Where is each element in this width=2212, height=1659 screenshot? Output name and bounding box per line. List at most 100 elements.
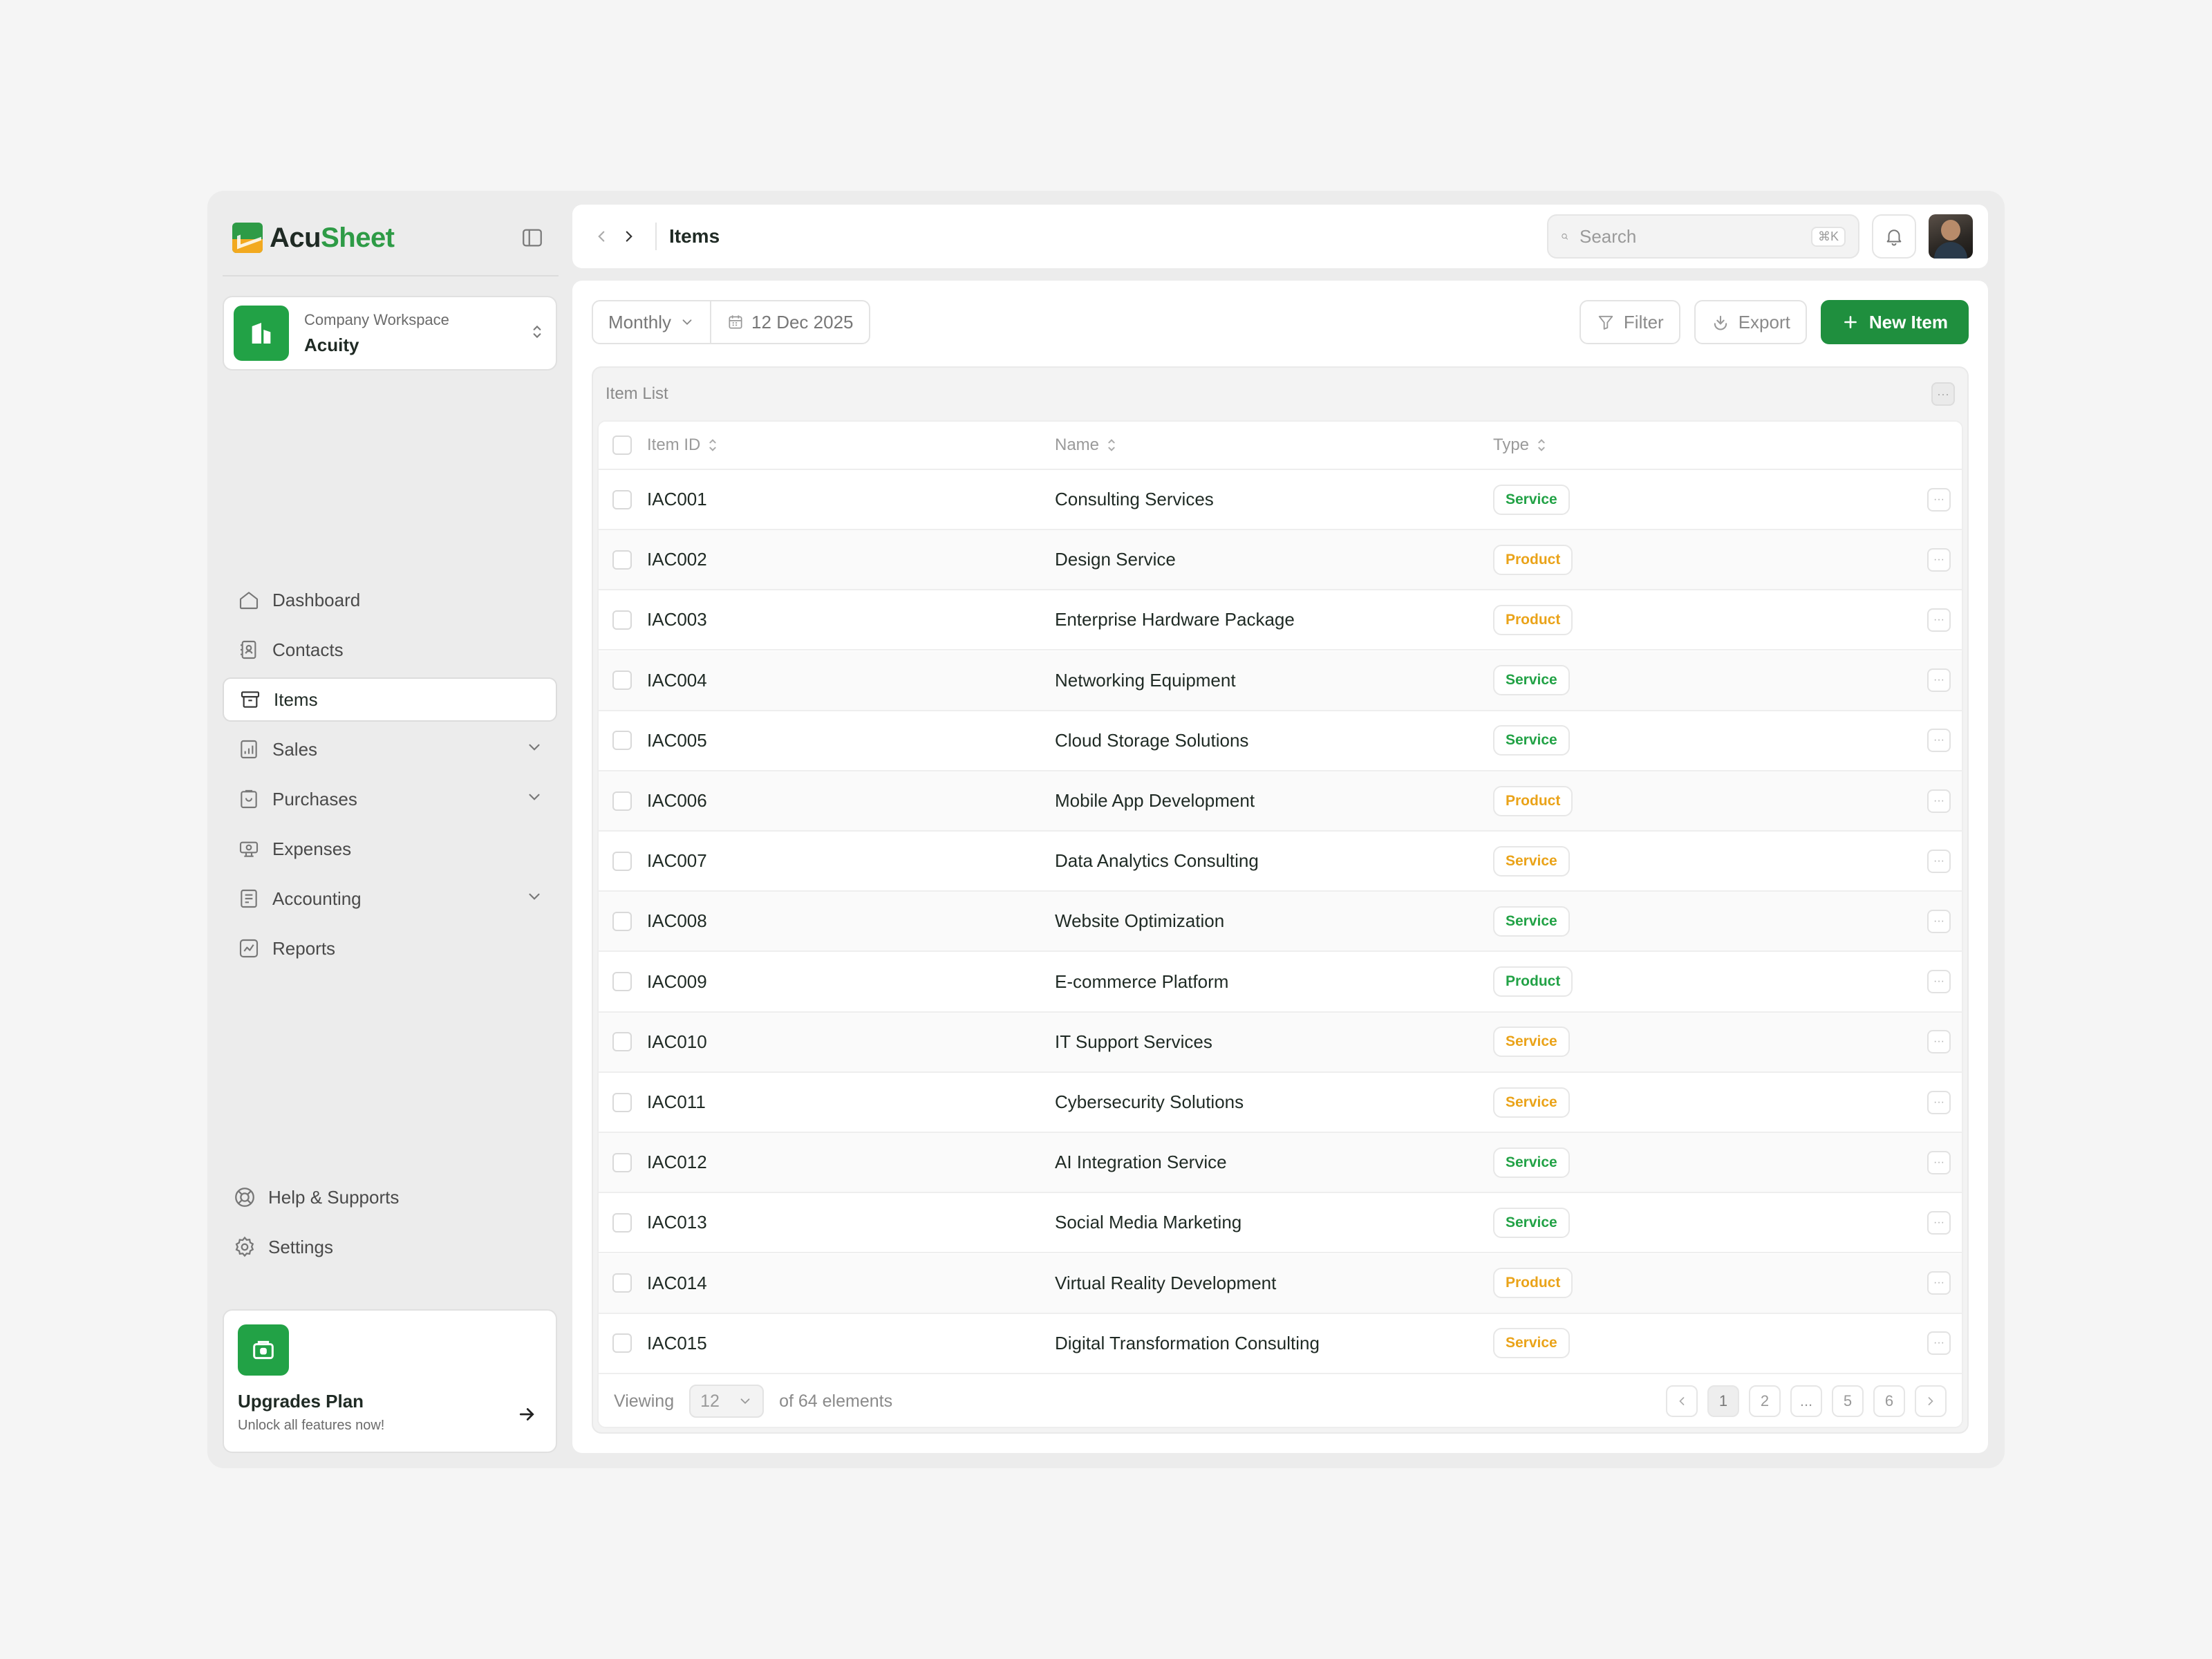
row-actions-button[interactable]: ··· bbox=[1927, 608, 1951, 632]
table-row[interactable]: IAC013 Social Media Marketing Service ··· bbox=[599, 1193, 1962, 1254]
row-actions-button[interactable]: ··· bbox=[1927, 1331, 1951, 1356]
table-row[interactable]: IAC003 Enterprise Hardware Package Product… bbox=[599, 590, 1962, 651]
forward-button[interactable] bbox=[615, 223, 643, 250]
page-button[interactable]: 5 bbox=[1832, 1385, 1864, 1417]
sidebar-item-contacts[interactable]: Contacts bbox=[223, 628, 557, 672]
chevron-down-icon bbox=[525, 888, 543, 910]
archive-icon bbox=[238, 687, 263, 712]
row-checkbox[interactable] bbox=[612, 911, 632, 931]
contact-book-icon bbox=[236, 637, 261, 662]
row-actions-button[interactable]: ··· bbox=[1927, 487, 1951, 512]
item-type-cell: Service bbox=[1493, 725, 1570, 756]
item-id-cell: IAC001 bbox=[647, 489, 707, 509]
table-row[interactable]: IAC002 Design Service Product ··· bbox=[599, 530, 1962, 591]
row-checkbox[interactable] bbox=[612, 1212, 632, 1232]
row-actions-button[interactable]: ··· bbox=[1927, 1210, 1951, 1235]
sidebar-item-accounting[interactable]: Accounting bbox=[223, 877, 557, 921]
sidebar-item-dashboard[interactable]: Dashboard bbox=[223, 578, 557, 622]
item-name-cell: AI Integration Service bbox=[1055, 1152, 1227, 1173]
row-actions-button[interactable]: ··· bbox=[1927, 1150, 1951, 1174]
table-row[interactable]: IAC012 AI Integration Service Service ··· bbox=[599, 1133, 1962, 1194]
table-row[interactable]: IAC008 Website Optimization Service ··· bbox=[599, 892, 1962, 953]
row-actions-button[interactable]: ··· bbox=[1927, 970, 1951, 994]
card-title: Item List bbox=[606, 384, 668, 403]
row-checkbox[interactable] bbox=[612, 972, 632, 992]
row-checkbox[interactable] bbox=[612, 610, 632, 630]
table-row[interactable]: IAC009 E-commerce Platform Product ··· bbox=[599, 953, 1962, 1013]
row-actions-button[interactable]: ··· bbox=[1927, 1271, 1951, 1295]
type-badge: Product bbox=[1493, 785, 1573, 816]
row-checkbox[interactable] bbox=[612, 671, 632, 691]
date-picker[interactable]: 12 Dec 2025 bbox=[710, 301, 868, 343]
table-row[interactable]: IAC015 Digital Transformation Consulting S… bbox=[599, 1314, 1962, 1374]
sidebar-item-items[interactable]: Items bbox=[223, 677, 557, 722]
row-checkbox[interactable] bbox=[612, 1032, 632, 1052]
table-row[interactable]: IAC014 Virtual Reality Development Product… bbox=[599, 1253, 1962, 1314]
search-input[interactable] bbox=[1579, 225, 1811, 247]
row-checkbox[interactable] bbox=[612, 851, 632, 871]
sidebar-toggle-button[interactable] bbox=[518, 224, 546, 252]
header-type[interactable]: Type bbox=[1493, 435, 1547, 455]
item-id-cell: IAC014 bbox=[647, 1272, 707, 1293]
sidebar-item-help[interactable]: Help & Supports bbox=[223, 1175, 557, 1219]
sidebar-item-settings[interactable]: Settings bbox=[223, 1225, 557, 1269]
row-actions-button[interactable]: ··· bbox=[1927, 1090, 1951, 1114]
user-avatar[interactable] bbox=[1929, 214, 1973, 259]
table-row[interactable]: IAC005 Cloud Storage Solutions Service ··· bbox=[599, 711, 1962, 771]
row-checkbox[interactable] bbox=[612, 1092, 632, 1112]
sidebar-item-expenses[interactable]: Expenses bbox=[223, 827, 557, 871]
row-checkbox[interactable] bbox=[612, 489, 632, 509]
back-button[interactable] bbox=[588, 223, 615, 250]
row-checkbox[interactable] bbox=[612, 791, 632, 811]
sidebar-item-sales[interactable]: Sales bbox=[223, 727, 557, 771]
table-row[interactable]: IAC011 Cybersecurity Solutions Service ··· bbox=[599, 1073, 1962, 1133]
card-more-button[interactable]: ··· bbox=[1931, 382, 1955, 406]
table-row[interactable]: IAC004 Networking Equipment Service ··· bbox=[599, 650, 1962, 711]
header-label: Name bbox=[1055, 435, 1100, 454]
row-actions-button[interactable]: ··· bbox=[1927, 849, 1951, 873]
topbar-divider bbox=[655, 223, 657, 250]
page-button[interactable]: 2 bbox=[1749, 1385, 1781, 1417]
row-actions-button[interactable]: ··· bbox=[1927, 668, 1951, 693]
sort-icon bbox=[1108, 439, 1115, 451]
workspace-switcher[interactable]: Company Workspace Acuity bbox=[223, 296, 557, 371]
header-name[interactable]: Name bbox=[1055, 435, 1117, 455]
prev-page-button[interactable] bbox=[1666, 1385, 1698, 1417]
sidebar-item-label: Accounting bbox=[272, 888, 362, 909]
row-checkbox[interactable] bbox=[612, 1152, 632, 1172]
type-badge: Product bbox=[1493, 544, 1573, 575]
row-checkbox[interactable] bbox=[612, 1333, 632, 1353]
row-actions-button[interactable]: ··· bbox=[1927, 729, 1951, 753]
table-row[interactable]: IAC007 Data Analytics Consulting Service ··… bbox=[599, 832, 1962, 892]
export-button[interactable]: Export bbox=[1694, 300, 1807, 344]
upgrade-arrow-button[interactable] bbox=[513, 1400, 541, 1428]
select-all-checkbox[interactable] bbox=[612, 435, 632, 455]
sidebar-item-purchases[interactable]: Purchases bbox=[223, 777, 557, 821]
shopping-bag-icon bbox=[236, 787, 261, 812]
search-icon bbox=[1562, 233, 1568, 240]
lifebuoy-icon bbox=[232, 1185, 257, 1210]
row-checkbox[interactable] bbox=[612, 731, 632, 751]
period-dropdown[interactable]: Monthly bbox=[593, 301, 710, 343]
row-actions-button[interactable]: ··· bbox=[1927, 1030, 1951, 1054]
filter-button[interactable]: Filter bbox=[1579, 300, 1680, 344]
new-item-button[interactable]: New Item bbox=[1820, 300, 1969, 344]
upgrade-card[interactable]: Upgrades Plan Unlock all features now! bbox=[223, 1309, 557, 1453]
row-actions-button[interactable]: ··· bbox=[1927, 547, 1951, 572]
table-row[interactable]: IAC001 Consulting Services Service ··· bbox=[599, 470, 1962, 530]
next-page-button[interactable] bbox=[1915, 1385, 1947, 1417]
row-actions-button[interactable]: ··· bbox=[1927, 909, 1951, 933]
row-checkbox[interactable] bbox=[612, 1273, 632, 1293]
table-row[interactable]: IAC006 Mobile App Development Product ··· bbox=[599, 771, 1962, 832]
row-checkbox[interactable] bbox=[612, 550, 632, 570]
page-button[interactable]: 6 bbox=[1873, 1385, 1905, 1417]
sidebar-item-reports[interactable]: Reports bbox=[223, 926, 557, 971]
per-page-select[interactable]: 12 bbox=[689, 1385, 765, 1418]
page-button[interactable]: 1 bbox=[1707, 1385, 1739, 1417]
header-item-id[interactable]: Item ID bbox=[647, 435, 718, 455]
table-row[interactable]: IAC010 IT Support Services Service ··· bbox=[599, 1012, 1962, 1073]
notifications-button[interactable] bbox=[1872, 214, 1916, 259]
item-type-cell: Service bbox=[1493, 484, 1570, 515]
page-ellipsis: ... bbox=[1790, 1385, 1822, 1417]
row-actions-button[interactable]: ··· bbox=[1927, 789, 1951, 813]
